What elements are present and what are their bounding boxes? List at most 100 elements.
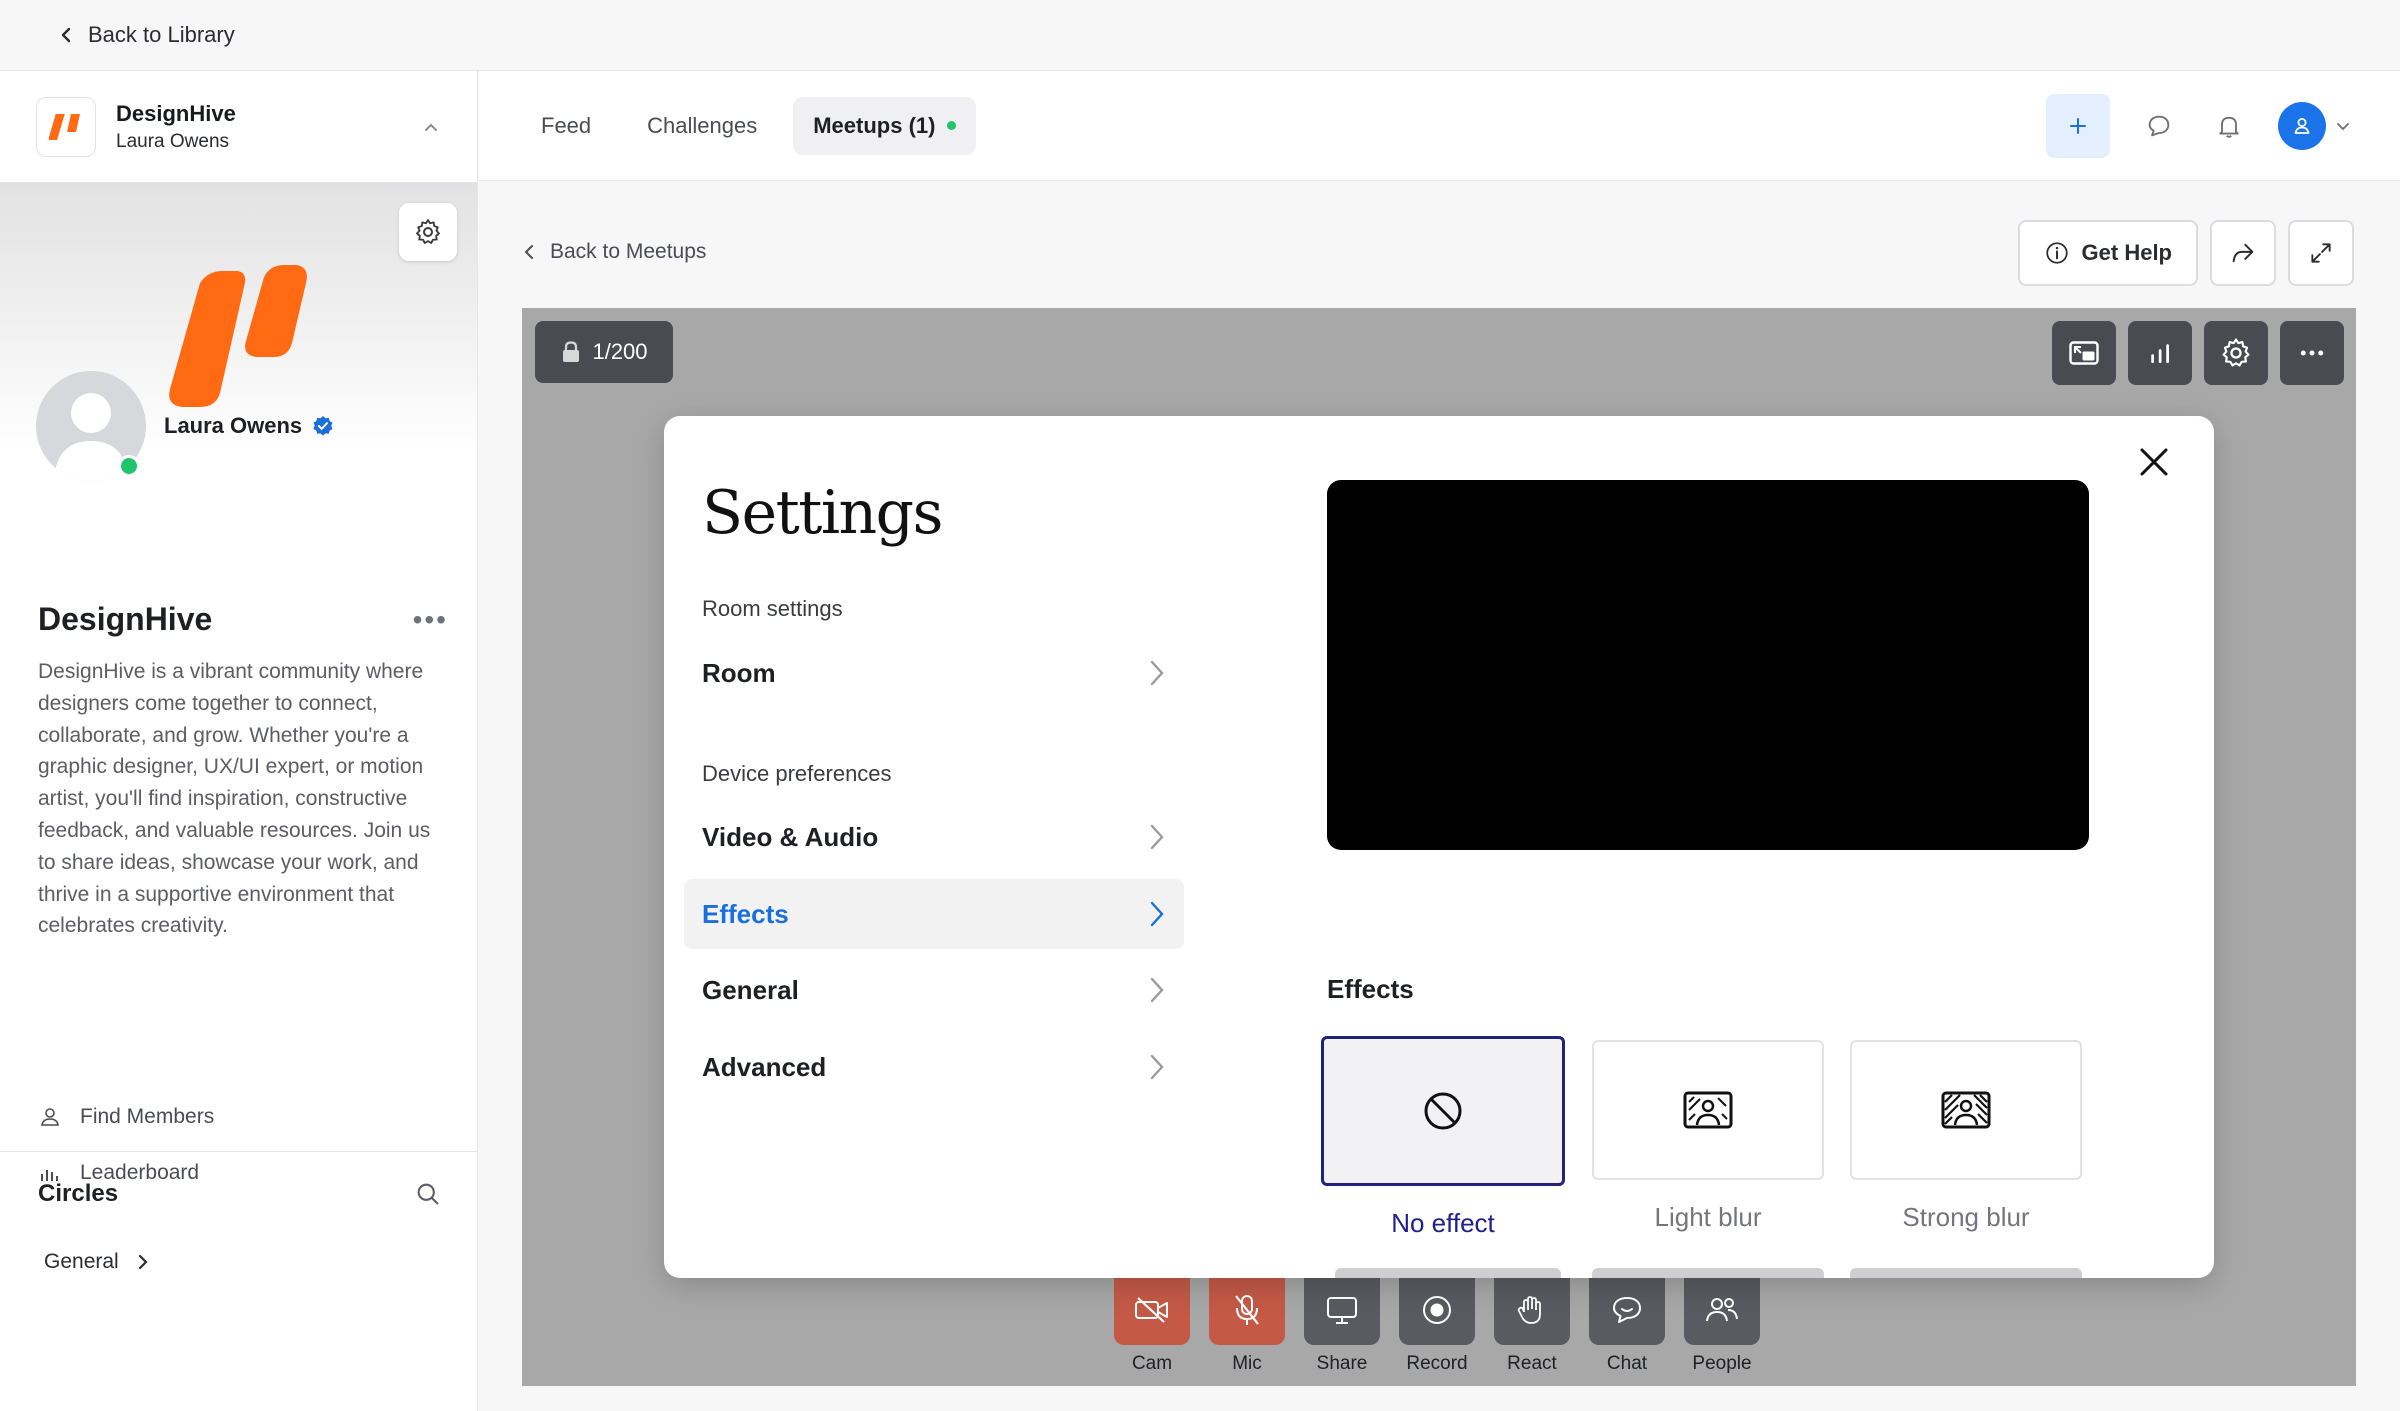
circles-title: Circles	[38, 1180, 119, 1207]
tab-feed[interactable]: Feed	[521, 97, 611, 155]
chevron-right-icon	[1150, 660, 1164, 686]
circles-section: Circles General	[0, 1151, 478, 1274]
gear-icon	[416, 219, 440, 244]
lock-icon	[563, 341, 580, 362]
picture-in-picture-icon	[2069, 341, 2099, 365]
effect-no-effect[interactable]: No effect	[1321, 1036, 1565, 1239]
mic-off-icon	[1235, 1295, 1259, 1325]
tab-meetups[interactable]: Meetups (1)	[793, 96, 977, 155]
chevron-right-icon	[138, 1254, 148, 1270]
menu-item-advanced[interactable]: Advanced	[684, 1032, 1184, 1102]
chevron-down-icon	[2337, 123, 2349, 131]
profile-card[interactable]: Laura Owens	[36, 371, 334, 481]
menu-item-label: Room	[702, 657, 776, 688]
effect-thumbnail-preview	[1592, 1268, 1824, 1278]
share-arrow-icon	[2232, 243, 2254, 263]
community-about: DesignHive ••• DesignHive is a vibrant c…	[38, 601, 448, 942]
people-label: People	[1692, 1353, 1752, 1374]
fullscreen-button[interactable]	[2288, 220, 2354, 286]
record-control[interactable]: Record	[1399, 1275, 1475, 1375]
online-status-dot	[118, 455, 140, 477]
effect-tile[interactable]	[1592, 1040, 1824, 1180]
circle-item-general[interactable]: General	[38, 1250, 442, 1274]
bell-icon	[2219, 116, 2239, 138]
create-button[interactable]	[2046, 94, 2110, 158]
gear-icon	[2222, 338, 2250, 367]
share-button[interactable]	[2210, 220, 2276, 286]
react-control[interactable]: React	[1494, 1275, 1570, 1375]
effect-thumbnail-preview	[1335, 1268, 1561, 1278]
chat-control[interactable]: Chat	[1589, 1275, 1665, 1375]
menu-item-general[interactable]: General	[684, 955, 1184, 1025]
chevron-right-icon	[1150, 901, 1164, 927]
effect-tile[interactable]	[1850, 1040, 2082, 1180]
record-button[interactable]	[1399, 1275, 1475, 1345]
effect-strong-blur[interactable]: Strong blur	[1850, 1040, 2082, 1233]
person-icon	[2294, 118, 2310, 134]
meeting-settings-button[interactable]	[2204, 321, 2268, 385]
get-help-label: Get Help	[2081, 240, 2172, 265]
sidebar-item-label: Find Members	[80, 1105, 215, 1128]
cam-button[interactable]	[1114, 1275, 1190, 1345]
people-button[interactable]	[1684, 1275, 1760, 1345]
camera-preview	[1327, 480, 2089, 850]
community-switcher[interactable]: DesignHive Laura Owens	[0, 71, 477, 183]
tab-challenges[interactable]: Challenges	[627, 97, 777, 155]
effect-label: Light blur	[1654, 1202, 1762, 1232]
user-menu-button[interactable]	[2278, 102, 2352, 150]
back-to-meetups-link[interactable]: Back to Meetups	[522, 240, 706, 264]
people-control[interactable]: People	[1684, 1275, 1760, 1375]
community-user-name: Laura Owens	[116, 130, 230, 152]
chat-icon	[1613, 1297, 1641, 1323]
chevron-left-icon	[61, 27, 71, 43]
menu-item-video-audio[interactable]: Video & Audio	[684, 802, 1184, 872]
cam-control[interactable]: Cam	[1114, 1275, 1190, 1375]
chevron-up-icon	[425, 123, 437, 131]
user-avatar	[2278, 102, 2326, 150]
chevron-right-icon	[1150, 977, 1164, 1003]
room-capacity-label: 1/200	[592, 339, 648, 364]
sidebar-item-find-members[interactable]: Find Members	[38, 1089, 214, 1145]
share-screen-button[interactable]	[1304, 1275, 1380, 1345]
cover-settings-button[interactable]	[399, 203, 457, 261]
more-options-button[interactable]	[2280, 321, 2344, 385]
effect-tile[interactable]	[1321, 1036, 1565, 1186]
close-button[interactable]	[2134, 442, 2174, 482]
menu-item-label: Video & Audio	[702, 821, 879, 852]
stats-button[interactable]	[2128, 321, 2192, 385]
mic-button[interactable]	[1209, 1275, 1285, 1345]
menu-item-room[interactable]: Room	[684, 638, 1184, 708]
community-logo-small	[36, 96, 96, 157]
effect-light-blur[interactable]: Light blur	[1592, 1040, 1824, 1233]
menu-item-label: Advanced	[702, 1051, 827, 1082]
more-horizontal-icon	[2300, 350, 2324, 356]
back-to-library-link[interactable]: Back to Library	[0, 0, 2400, 71]
people-icon	[1706, 1298, 1738, 1322]
react-label: React	[1507, 1353, 1557, 1374]
live-indicator-dot	[947, 121, 957, 130]
effects-title: Effects	[1327, 974, 1414, 1004]
menu-item-effects[interactable]: Effects	[684, 879, 1184, 949]
about-title: DesignHive	[38, 601, 213, 637]
profile-name: Laura Owens	[164, 413, 303, 438]
react-button[interactable]	[1494, 1275, 1570, 1345]
strong-blur-icon	[1941, 1091, 1991, 1129]
share-control[interactable]: Share	[1304, 1275, 1380, 1375]
record-icon	[1423, 1296, 1451, 1324]
mic-label: Mic	[1232, 1353, 1262, 1374]
meetup-toolbar: Get Help	[2006, 220, 2354, 286]
top-navigation: Feed Challenges Meetups (1)	[479, 71, 2400, 181]
search-icon[interactable]	[414, 1180, 442, 1208]
picture-in-picture-button[interactable]	[2052, 321, 2116, 385]
notifications-button[interactable]	[2208, 105, 2250, 147]
more-options-icon[interactable]: •••	[413, 604, 448, 636]
chat-button[interactable]	[1589, 1275, 1665, 1345]
get-help-button[interactable]: Get Help	[2017, 220, 2198, 286]
sidebar: DesignHive Laura Owens Laura Owens Desig…	[0, 71, 478, 1411]
mic-control[interactable]: Mic	[1209, 1275, 1285, 1375]
info-icon	[2045, 242, 2068, 264]
chevron-right-icon	[1150, 1054, 1164, 1080]
messages-button[interactable]	[2138, 105, 2180, 147]
signal-bars-icon	[2151, 344, 2169, 363]
section-heading-room-settings: Room settings	[702, 596, 843, 621]
